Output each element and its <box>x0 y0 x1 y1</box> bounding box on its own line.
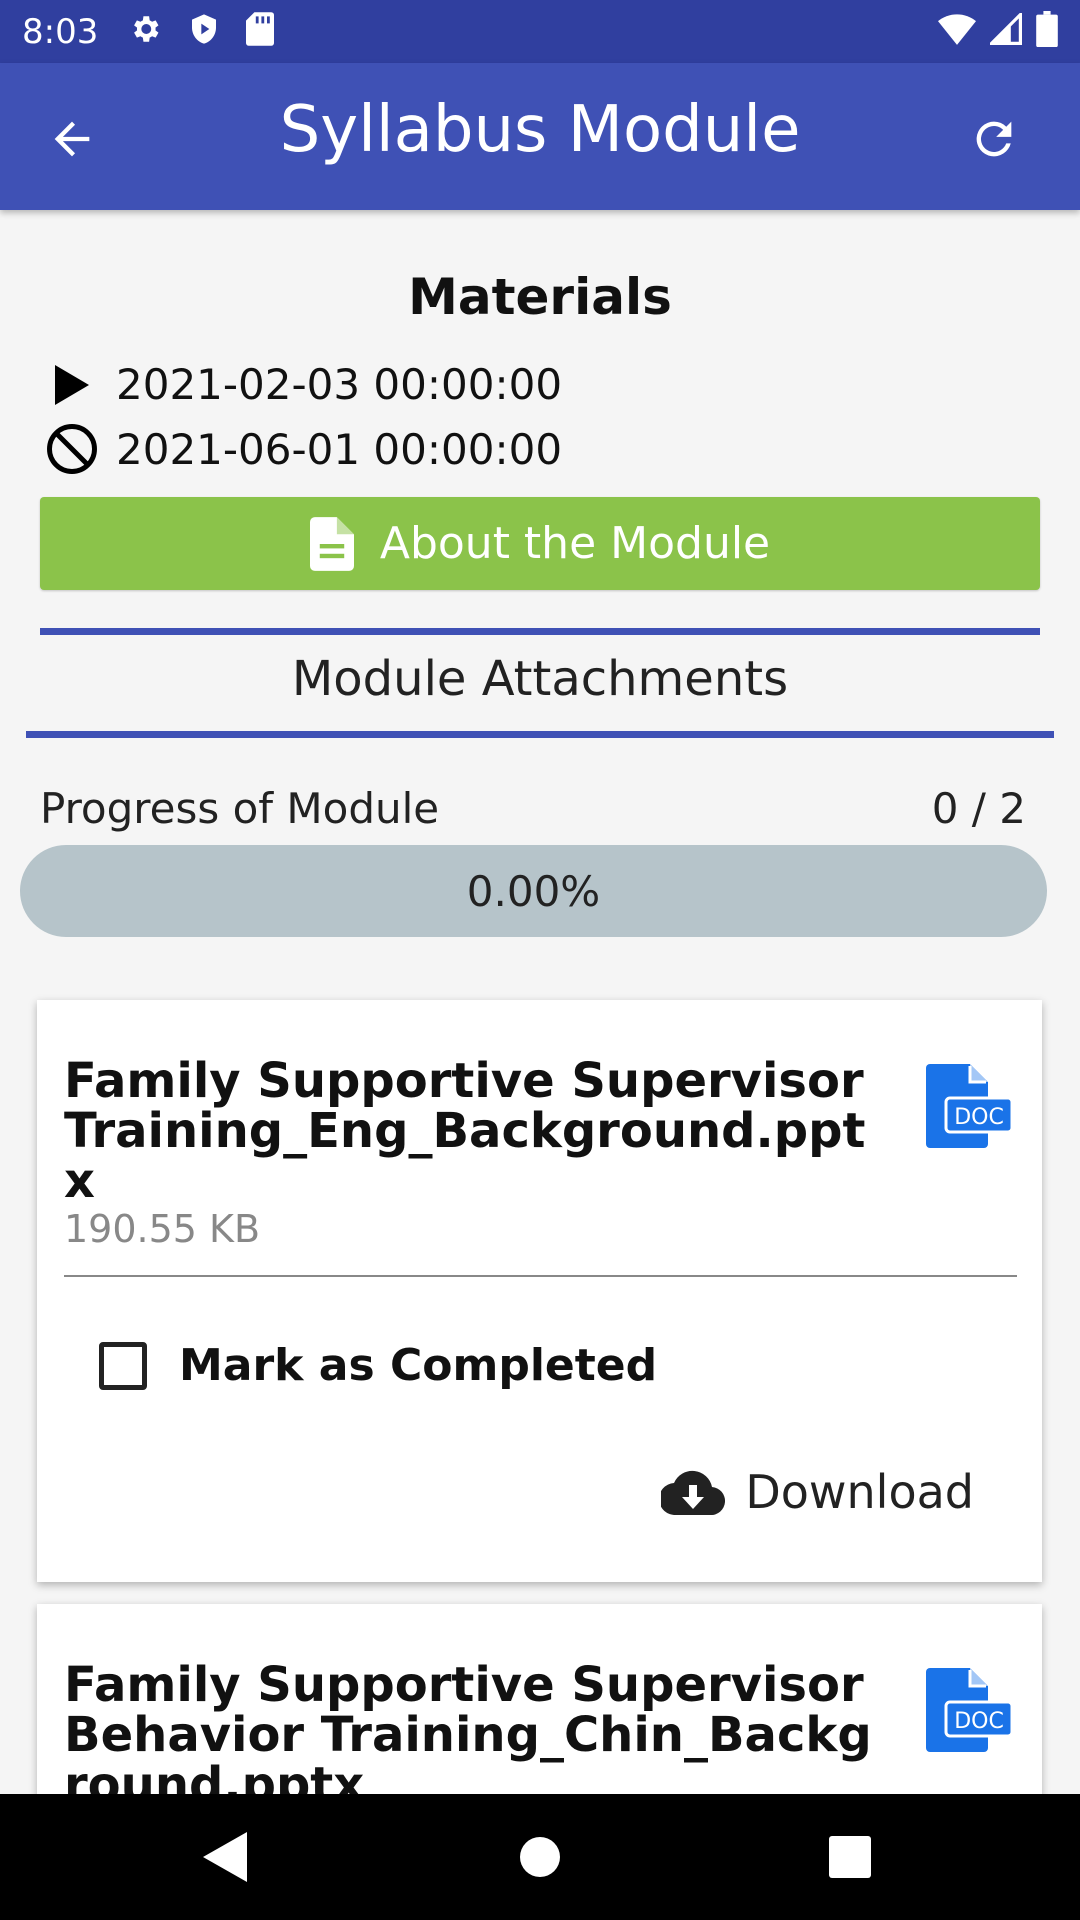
progress-label: Progress of Module <box>40 784 440 833</box>
gear-icon <box>128 12 162 51</box>
mark-completed-row[interactable]: Mark as Completed <box>99 1340 657 1391</box>
refresh-icon <box>976 121 1012 157</box>
svg-text:DOC: DOC <box>954 1709 1004 1734</box>
shield-play-icon <box>188 12 220 51</box>
nav-recents-button[interactable] <box>815 1822 885 1892</box>
end-date-row: 2021-06-01 00:00:00 <box>40 422 562 476</box>
wifi-icon <box>938 13 976 50</box>
attachment-size: 190.55 KB <box>64 1207 261 1251</box>
refresh-button[interactable] <box>962 107 1026 171</box>
page-title: Syllabus Module <box>279 93 801 167</box>
status-left-icons <box>128 12 275 51</box>
download-button[interactable]: Download <box>661 1465 974 1519</box>
progress-count: 0 / 2 <box>931 784 1026 833</box>
status-right-icons <box>938 10 1058 52</box>
end-date: 2021-06-01 00:00:00 <box>116 424 563 474</box>
play-icon <box>40 364 104 405</box>
block-icon <box>40 422 104 476</box>
sd-card-icon <box>246 12 275 51</box>
signal-icon <box>987 10 1022 50</box>
nav-back-icon <box>203 1832 247 1882</box>
doc-file-icon[interactable]: DOC <box>924 1668 1014 1752</box>
nav-home-button[interactable] <box>505 1822 575 1892</box>
mark-completed-label: Mark as Completed <box>179 1340 658 1391</box>
nav-back-button[interactable] <box>190 1822 260 1892</box>
status-time: 8:03 <box>22 11 99 52</box>
attachment-card: Family Supportive Supervisor Training_En… <box>37 1000 1042 1582</box>
start-date-row: 2021-02-03 00:00:00 <box>40 360 562 409</box>
attachment-name: Family Supportive Supervisor Behavior Tr… <box>64 1657 872 1813</box>
attachments-title: Module Attachments <box>291 651 789 707</box>
download-label: Download <box>745 1465 974 1519</box>
doc-file-icon[interactable]: DOC <box>924 1064 1014 1148</box>
cloud-download-icon <box>661 1469 726 1515</box>
app-bar: Syllabus Module <box>0 63 1080 210</box>
progress-text: 0.00% <box>466 866 601 916</box>
attachment-name: Family Supportive Supervisor Training_En… <box>64 1053 866 1209</box>
mark-completed-checkbox[interactable] <box>99 1341 147 1390</box>
start-date: 2021-02-03 00:00:00 <box>116 360 563 409</box>
battery-icon <box>1036 11 1058 52</box>
about-module-button[interactable]: About the Module <box>40 497 1040 590</box>
system-nav-bar <box>0 1794 1080 1920</box>
nav-recents-icon <box>829 1836 871 1878</box>
about-module-label: About the Module <box>379 518 771 569</box>
nav-home-icon <box>520 1837 560 1877</box>
progress-bar: 0.00% <box>20 845 1047 937</box>
card-divider <box>64 1275 1017 1277</box>
status-bar: 8:03 <box>0 0 1080 63</box>
attachments-top-divider <box>40 628 1040 635</box>
materials-title: Materials <box>408 268 672 326</box>
document-icon <box>309 516 354 571</box>
svg-text:DOC: DOC <box>954 1105 1004 1130</box>
attachments-bottom-divider <box>26 731 1054 738</box>
